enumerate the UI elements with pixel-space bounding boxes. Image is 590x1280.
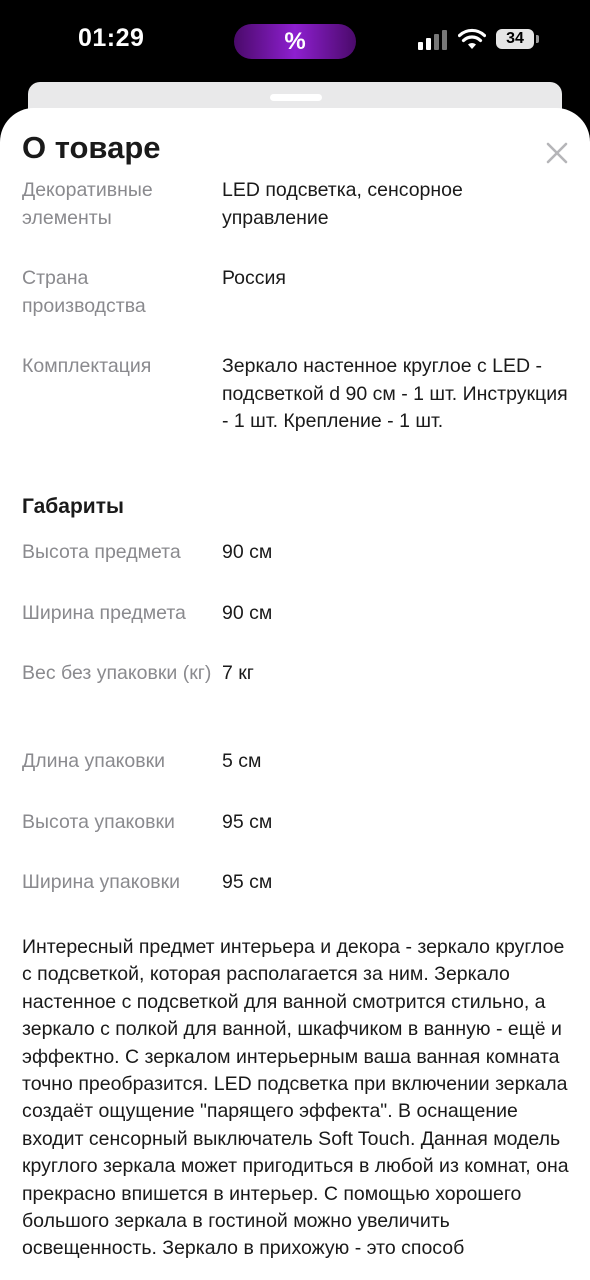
wifi-icon (457, 28, 487, 50)
detail-label: Декоративные элементы (22, 179, 153, 229)
product-info-sheet: О товаре Декоративные элементы LED подсв… (0, 108, 590, 1280)
dimension-value: 95 см (222, 811, 273, 833)
detail-value: Россия (222, 267, 286, 289)
battery-tip (536, 35, 539, 43)
dimension-label: Ширина упаковки (22, 871, 181, 893)
dimension-label: Высота предмета (22, 541, 181, 563)
dimension-value: 90 см (222, 541, 273, 563)
dimension-label: Вес без упаковки (кг) (22, 662, 212, 684)
dimensions-section-title: Габариты (22, 495, 124, 518)
dimension-label: Высота упаковки (22, 811, 175, 833)
detail-label: Страна производства (22, 267, 146, 317)
dimension-value: 7 кг (222, 662, 254, 684)
dimension-value: 5 см (222, 750, 262, 772)
dimension-label: Длина упаковки (22, 750, 166, 772)
sheet-title: О товаре (22, 130, 161, 165)
status-bar: 01:29 % 34 (0, 0, 590, 82)
dimension-value: 95 см (222, 871, 273, 893)
detail-label: Комплектация (22, 355, 152, 377)
close-icon (546, 142, 568, 164)
detail-value: LED подсветка, сенсорное управление (222, 179, 463, 229)
product-description: Интересный предмет интерьера и декора - … (22, 936, 569, 1260)
close-button[interactable] (540, 136, 574, 170)
battery-icon: 34 (496, 29, 534, 49)
dynamic-island[interactable]: % (234, 24, 356, 59)
sheet-grabber[interactable] (270, 94, 322, 101)
detail-value: Зеркало настенное круглое с LED - подсве… (222, 355, 568, 432)
dimension-value: 90 см (222, 602, 273, 624)
dimension-label: Ширина предмета (22, 602, 186, 624)
percent-icon: % (284, 28, 306, 55)
status-time: 01:29 (78, 24, 145, 52)
cellular-signal-icon (418, 30, 450, 50)
